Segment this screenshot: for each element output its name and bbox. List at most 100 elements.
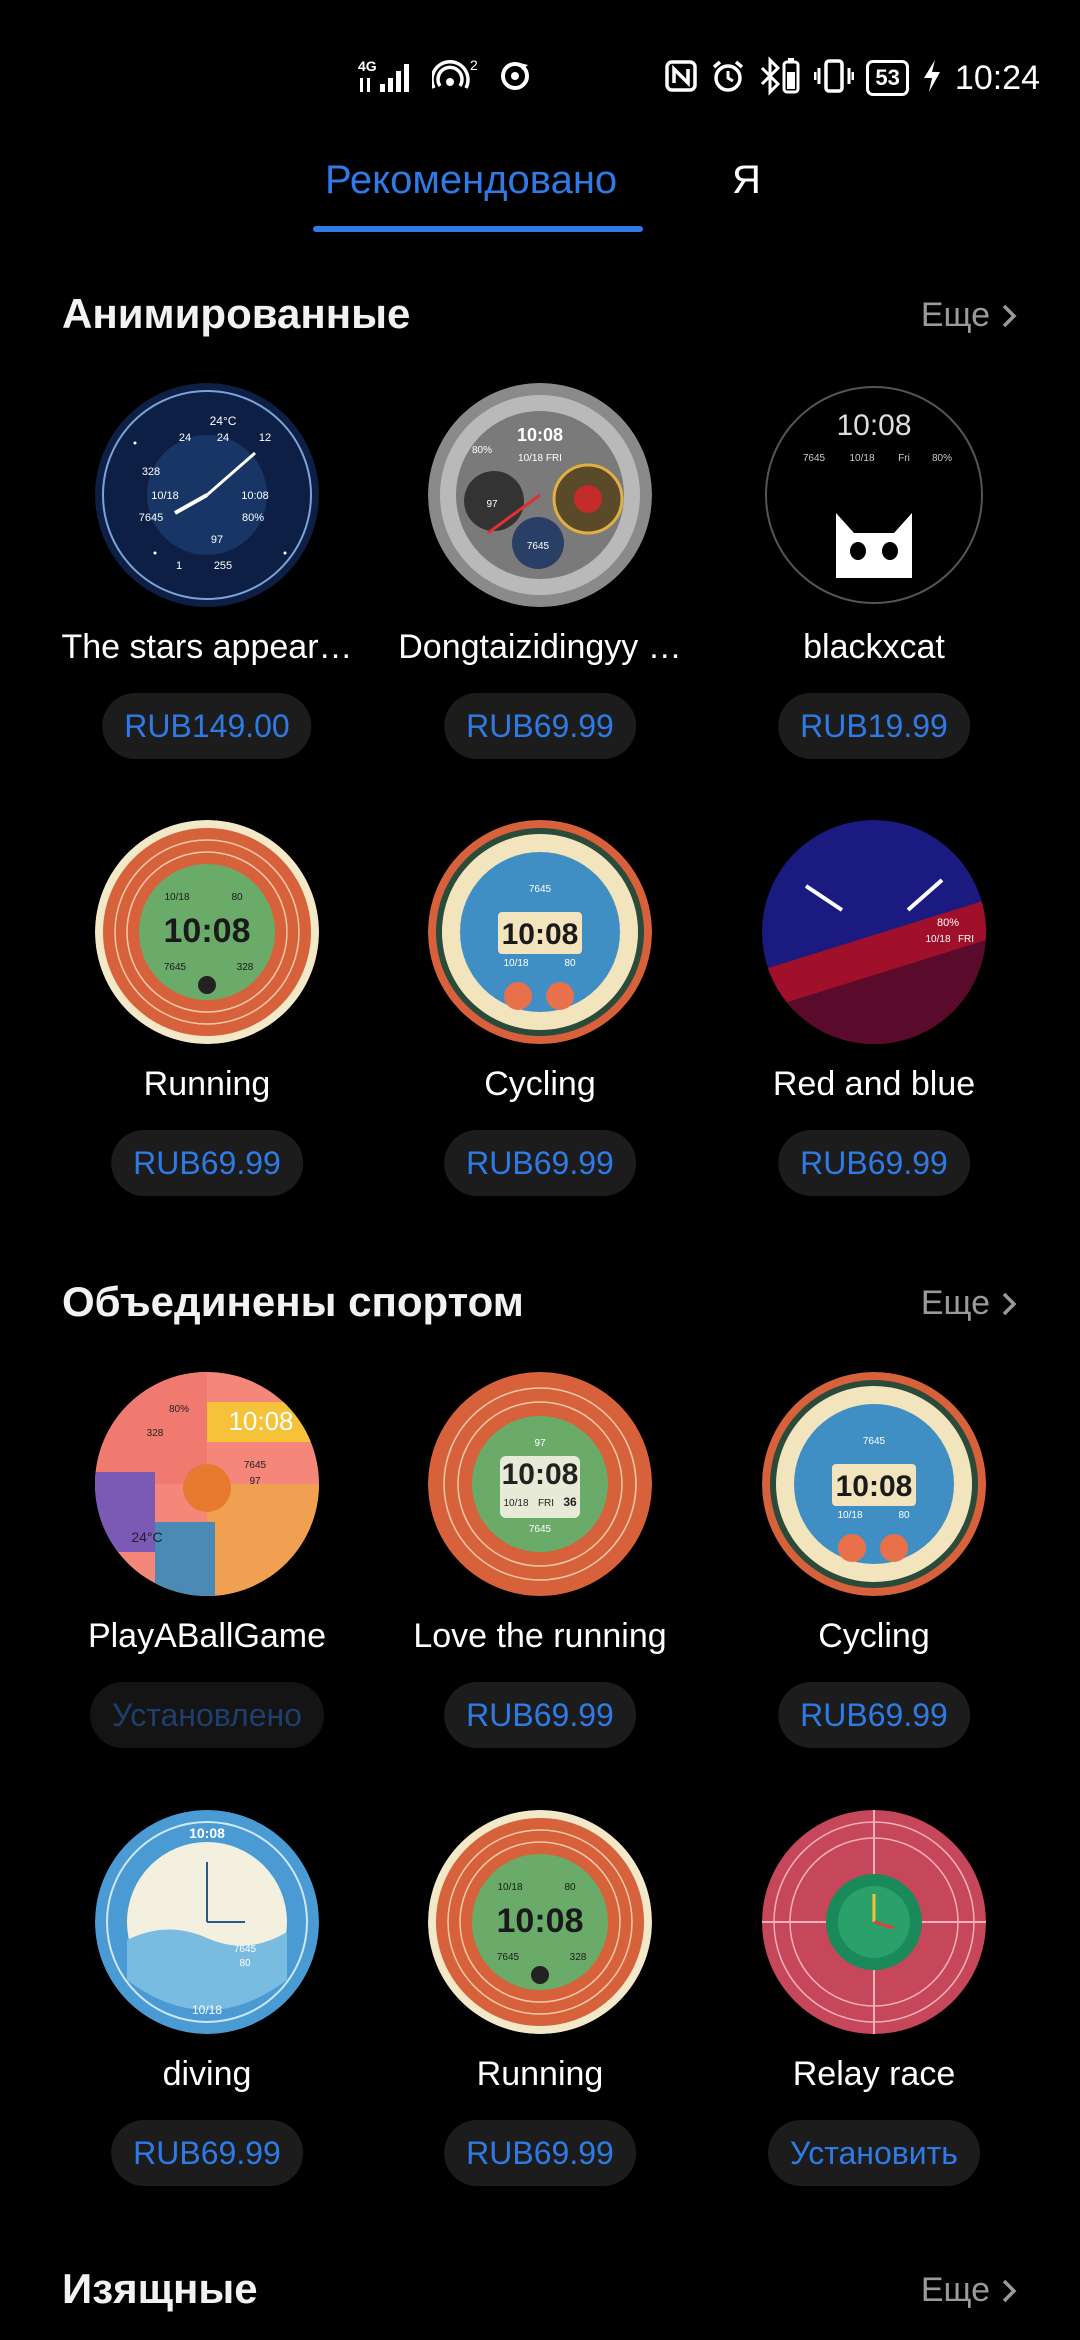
svg-text:7645: 7645 xyxy=(497,1952,520,1963)
more-link[interactable]: Еще xyxy=(921,296,1018,335)
signal-4g-icon: 4G xyxy=(358,56,418,101)
watch-face-card[interactable]: 10:08 10/18 80 7645 328 Running RUB69.99 xyxy=(373,1810,707,2230)
svg-text:FRI: FRI xyxy=(958,934,974,945)
price-button[interactable]: RUB69.99 xyxy=(778,1130,970,1196)
svg-text:12: 12 xyxy=(259,432,271,444)
svg-text:97: 97 xyxy=(486,499,498,510)
watch-face-preview[interactable]: 10:08 80% 328 7645 97 24°C xyxy=(95,1372,319,1596)
price-button[interactable]: RUB69.99 xyxy=(444,1682,636,1748)
watch-face-card[interactable]: 10:08 10/18 80 7645 328 Running RUB69.99 xyxy=(40,820,374,1240)
active-tab-indicator xyxy=(313,226,643,232)
alarm-icon xyxy=(710,58,746,99)
price-button[interactable]: RUB149.00 xyxy=(102,693,312,759)
svg-text:10:08: 10:08 xyxy=(497,1902,584,1940)
watch-face-image: 24°C 24 24 12 328 10/18 10:08 7645 80% 97 1 255 xyxy=(95,383,319,607)
tab-me[interactable]: Я xyxy=(732,158,761,203)
watch-face-name: blackxcat xyxy=(803,628,945,666)
watch-face-name: Cycling xyxy=(484,1065,596,1103)
watch-face-preview[interactable]: 24°C 24 24 12 328 10/18 10:08 7645 80% 97 1 255 xyxy=(95,383,319,607)
price-button[interactable]: Установить xyxy=(768,2120,980,2186)
hotspot-icon: 2 xyxy=(430,56,484,101)
svg-text:7645: 7645 xyxy=(863,1436,886,1447)
watch-face-preview[interactable]: 10:08 7645 10/18 80 xyxy=(762,1372,986,1596)
svg-text:7645: 7645 xyxy=(234,1944,257,1955)
svg-text:80: 80 xyxy=(564,1882,576,1893)
svg-text:1: 1 xyxy=(176,560,182,572)
price-button[interactable]: RUB69.99 xyxy=(111,1130,303,1196)
charging-icon xyxy=(921,58,943,99)
svg-text:7645: 7645 xyxy=(529,1524,552,1535)
watch-face-preview[interactable]: 10:08 7645 10/18 80 xyxy=(428,820,652,1044)
watch-face-card[interactable]: 97 10:08 10/18 FRI 36 7645 Love the running RUB… xyxy=(373,1372,707,1792)
price-button[interactable]: RUB19.99 xyxy=(778,693,970,759)
status-bar: 4G 2 53 10:24 xyxy=(0,0,1080,160)
svg-text:7645: 7645 xyxy=(803,453,826,464)
price-button[interactable]: RUB69.99 xyxy=(778,1682,970,1748)
svg-text:7645: 7645 xyxy=(139,512,163,524)
hotspot-count: 2 xyxy=(470,57,478,73)
watch-face-preview[interactable]: 10:08 7645 10/18 Fri 80% xyxy=(762,383,986,607)
watch-face-name: Dongtaizidingyy … xyxy=(398,628,682,666)
watch-face-preview[interactable]: 97 10:08 10/18 FRI 36 7645 xyxy=(428,1372,652,1596)
more-link[interactable]: Еще xyxy=(921,2271,1018,2310)
watch-face-preview[interactable]: 10:08 10/18 80 7645 328 xyxy=(428,1810,652,2034)
svg-text:24°C: 24°C xyxy=(131,1529,162,1545)
watch-face-preview[interactable]: 80% 10/18 FRI xyxy=(762,820,986,1044)
watch-face-card[interactable]: 10:08 7645 10/18 80 Cycling RUB69.99 xyxy=(707,1372,1041,1792)
more-link[interactable]: Еще xyxy=(921,1284,1018,1323)
watch-face-image: 10:08 7645 10/18 80 xyxy=(762,1372,986,1596)
watch-face-card[interactable]: Relay race Установить xyxy=(707,1810,1041,2230)
price-button[interactable]: RUB69.99 xyxy=(444,693,636,759)
watch-face-image xyxy=(762,1810,986,2034)
watch-face-card[interactable]: 10:08 7645 10/18 Fri 80% blackxcat RUB19.99 xyxy=(707,383,1041,803)
svg-text:7645: 7645 xyxy=(527,541,550,552)
nfc-icon xyxy=(664,59,698,98)
chevron-right-icon xyxy=(1002,1292,1017,1315)
watch-face-card[interactable]: 10:08 7645 10/18 80 Cycling RUB69.99 xyxy=(373,820,707,1240)
watch-face-preview[interactable]: 10:08 10/18 FRI 80% 97 7645 xyxy=(428,383,652,607)
svg-text:10:08: 10:08 xyxy=(836,1470,913,1503)
watch-face-image: 10:08 7645 10/18 Fri 80% xyxy=(762,383,986,607)
svg-text:10:08: 10:08 xyxy=(836,409,911,442)
watch-face-card[interactable]: 10:08 80% 328 7645 97 24°C PlayABallGame Устано… xyxy=(40,1372,374,1792)
watch-face-name: PlayABallGame xyxy=(87,1617,327,1655)
watch-face-name: Running xyxy=(143,1065,271,1103)
svg-text:328: 328 xyxy=(142,466,160,478)
watch-face-image: 10:08 10/18 80 7645 328 xyxy=(95,820,319,1044)
watch-face-image: 10:08 7645 80 10/18 xyxy=(95,1810,319,2034)
svg-text:10/18: 10/18 xyxy=(192,2003,222,2017)
watch-face-card[interactable]: 80% 10/18 FRI Red and blue RUB69.99 xyxy=(707,820,1041,1240)
top-tabs: Рекомендовано Я xyxy=(0,150,1080,240)
watch-face-name: Relay race xyxy=(792,2055,956,2093)
tab-recommended[interactable]: Рекомендовано xyxy=(325,158,617,203)
svg-text:10:08: 10:08 xyxy=(502,1458,579,1491)
battery-level: 53 xyxy=(866,60,909,96)
section-title: Анимированные xyxy=(62,290,411,337)
svg-text:328: 328 xyxy=(237,962,254,973)
watch-face-card[interactable]: 24°C 24 24 12 328 10/18 10:08 7645 80% 97 1 255 … xyxy=(40,383,374,803)
watch-face-preview[interactable]: 10:08 10/18 80 7645 328 xyxy=(95,820,319,1044)
watch-face-name: Cycling xyxy=(818,1617,930,1655)
svg-text:10/18: 10/18 xyxy=(849,453,874,464)
watch-face-preview[interactable]: 10:08 7645 80 10/18 xyxy=(95,1810,319,2034)
chevron-right-icon xyxy=(1002,304,1017,327)
watch-face-preview[interactable] xyxy=(762,1810,986,2034)
network-label: 4G xyxy=(358,58,377,74)
svg-text:Fri: Fri xyxy=(898,453,910,464)
watch-face-image: 80% 10/18 FRI xyxy=(762,820,986,1044)
watch-face-card[interactable]: 10:08 7645 80 10/18 diving RUB69.99 xyxy=(40,1810,374,2230)
svg-text:7645: 7645 xyxy=(244,1460,267,1471)
svg-text:80%: 80% xyxy=(472,445,492,456)
svg-text:10:08: 10:08 xyxy=(241,490,269,502)
price-button[interactable]: RUB69.99 xyxy=(111,2120,303,2186)
svg-text:24°C: 24°C xyxy=(210,414,237,428)
price-button[interactable]: RUB69.99 xyxy=(444,2120,636,2186)
watch-face-card[interactable]: 10:08 10/18 FRI 80% 97 7645 Dongtaizidingyy …… xyxy=(373,383,707,803)
svg-text:24: 24 xyxy=(179,432,191,444)
watch-face-name: Running xyxy=(476,2055,604,2093)
svg-text:80%: 80% xyxy=(932,453,952,464)
more-label: Еще xyxy=(920,296,990,334)
svg-text:10/18: 10/18 xyxy=(497,1882,522,1893)
watch-face-image: 10:08 10/18 80 7645 328 xyxy=(428,1810,652,2034)
price-button[interactable]: RUB69.99 xyxy=(444,1130,636,1196)
